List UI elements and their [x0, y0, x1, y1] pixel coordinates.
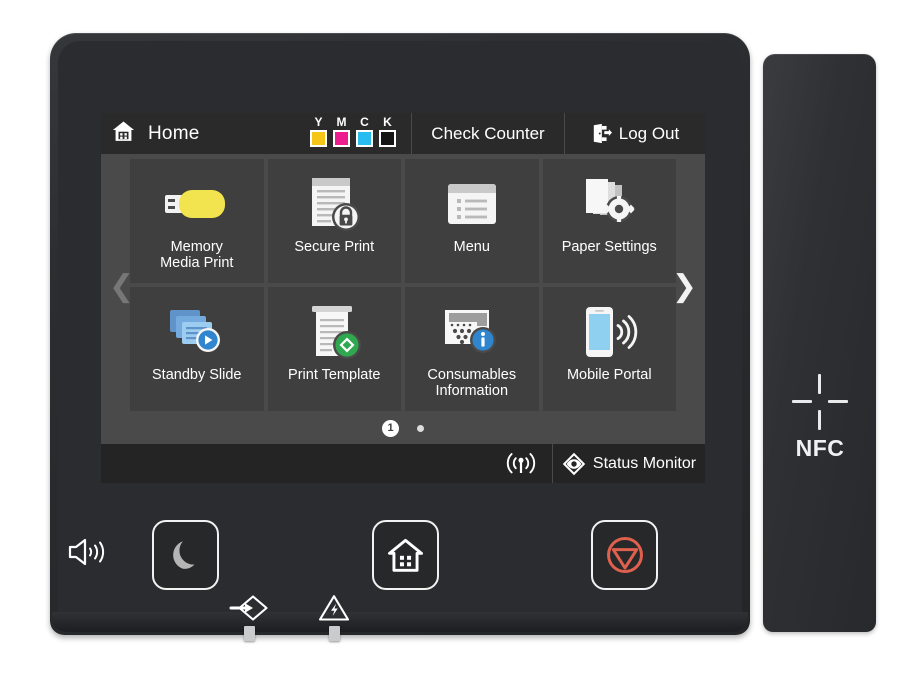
nfc-cross-icon — [788, 370, 852, 434]
log-out-label: Log Out — [618, 123, 680, 143]
toner-y: Y — [309, 116, 328, 147]
crescent-moon-icon — [169, 537, 203, 573]
log-out-icon — [591, 123, 612, 144]
toner-c: C — [355, 116, 374, 147]
tile-secure-print[interactable]: Secure Print — [267, 159, 401, 283]
tile-label: Standby Slide — [152, 367, 242, 383]
speaker-volume-icon — [66, 537, 108, 567]
toner-c-fill — [358, 132, 371, 145]
tile-label: Memory Media Print — [160, 239, 234, 271]
printout-green-diamond-icon — [305, 301, 363, 363]
page-dot-current[interactable]: 1 — [382, 419, 399, 437]
page-dot-2[interactable] — [417, 424, 424, 432]
tile-print-template[interactable]: Print Template — [267, 287, 401, 411]
toner-y-label: Y — [314, 115, 323, 129]
tile-grid: Memory Media Print Secure Print Menu Pap… — [130, 159, 676, 411]
screen-footer: Status Monitor — [101, 444, 705, 483]
toner-k-label: K — [383, 115, 392, 129]
check-counter-label: Check Counter — [431, 123, 545, 143]
check-counter-button[interactable]: Check Counter — [411, 113, 564, 154]
tile-label: Paper Settings — [561, 239, 657, 255]
tile-standby-slide[interactable]: Standby Slide — [130, 287, 264, 411]
home-icon — [111, 119, 136, 149]
error-indicator — [318, 594, 350, 641]
page-indicator: 1 — [101, 416, 705, 440]
home-tiles-area: ❮ ❯ Memory Media Print Secure Print Menu… — [101, 154, 705, 444]
paper-stack-gear-icon — [578, 173, 640, 235]
header-home-section: Home Y M C K — [101, 113, 411, 154]
warning-triangle-icon — [318, 594, 350, 622]
tile-paper-settings[interactable]: Paper Settings — [542, 159, 676, 283]
stop-sign-icon — [606, 536, 644, 574]
tile-memory-media-print[interactable]: Memory Media Print — [130, 159, 264, 283]
printer-control-panel: NFC Home Y M C K Check Counter Log Out ❮… — [0, 0, 913, 686]
tile-mobile-portal[interactable]: Mobile Portal — [542, 287, 676, 411]
data-led — [243, 626, 255, 641]
log-out-button[interactable]: Log Out — [564, 113, 705, 154]
page-title: Home — [148, 122, 200, 144]
screen-header: Home Y M C K Check Counter Log Out — [101, 113, 705, 154]
status-monitor-diamond-icon — [562, 452, 586, 476]
toner-level-indicators: Y M C K — [309, 116, 397, 147]
toner-m-fill — [335, 132, 348, 145]
toner-k-fill — [381, 132, 394, 145]
status-monitor-label: Status Monitor — [592, 454, 697, 472]
toner-m-label: M — [336, 115, 347, 129]
nfc-label: NFC — [795, 435, 845, 461]
smartphone-wireless-icon — [578, 301, 640, 363]
document-lock-icon — [306, 173, 362, 235]
list-window-icon — [444, 173, 500, 235]
tile-menu[interactable]: Menu — [405, 159, 539, 283]
data-indicator — [228, 594, 270, 641]
toner-cartridge-info-icon — [441, 301, 503, 363]
slides-play-icon — [166, 301, 228, 363]
data-arrow-diamond-icon — [228, 594, 270, 622]
tile-label: Menu — [453, 239, 490, 255]
toner-k: K — [378, 116, 397, 147]
tile-label: Mobile Portal — [566, 367, 652, 383]
touchscreen[interactable]: Home Y M C K Check Counter Log Out ❮ ❯ M… — [101, 113, 705, 483]
sleep-button[interactable] — [152, 520, 219, 590]
stop-button[interactable] — [591, 520, 658, 590]
tile-label: Consumables Information — [427, 367, 517, 399]
tile-label: Secure Print — [294, 239, 375, 255]
toner-y-fill — [312, 132, 325, 145]
toner-c-label: C — [360, 115, 369, 129]
usb-drive-icon — [161, 173, 233, 235]
status-monitor-button[interactable]: Status Monitor — [552, 444, 705, 483]
wireless-signal-icon — [490, 451, 552, 477]
home-button[interactable] — [372, 520, 439, 590]
tile-consumables-information[interactable]: Consumables Information — [405, 287, 539, 411]
error-led — [328, 626, 340, 641]
tile-label: Print Template — [288, 367, 381, 383]
nfc-side-panel — [763, 54, 876, 632]
nfc-touch-area[interactable]: NFC — [776, 370, 864, 482]
house-icon — [387, 537, 424, 574]
panel-bottom-lip — [52, 612, 748, 632]
toner-m: M — [332, 116, 351, 147]
